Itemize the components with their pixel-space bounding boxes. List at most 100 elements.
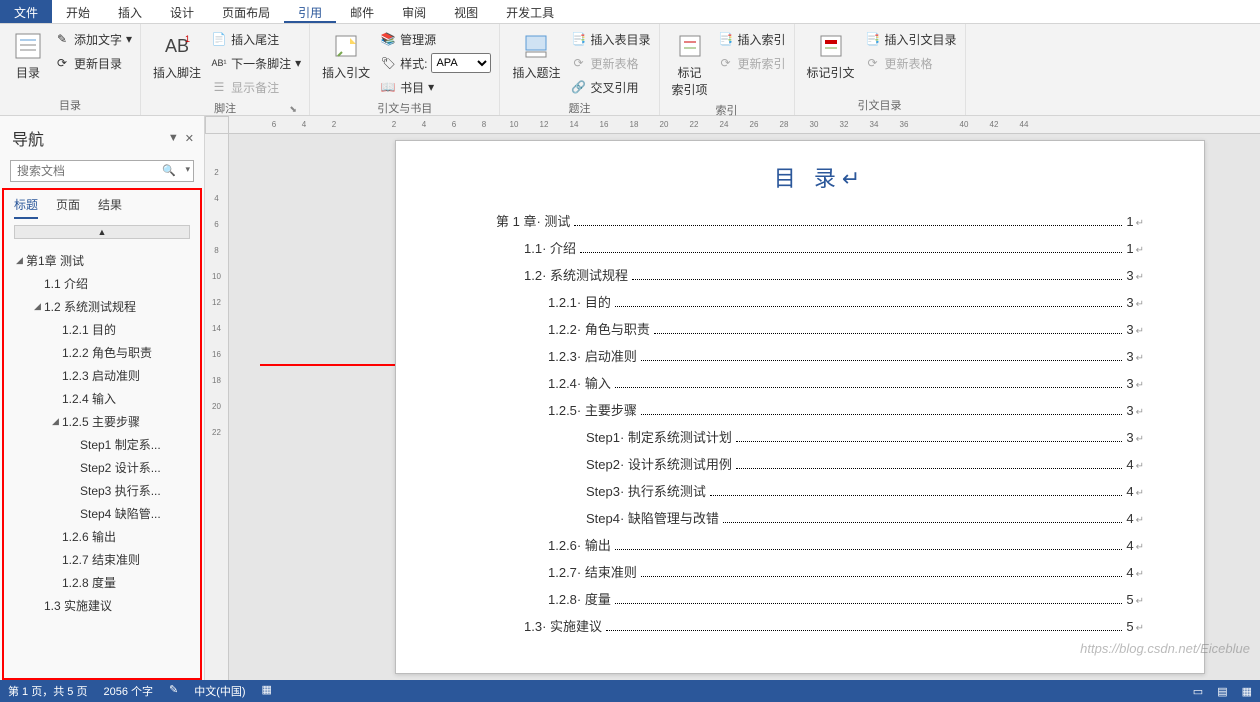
horizontal-ruler[interactable]: 6422468101214161820222426283032343640424… bbox=[229, 116, 1260, 134]
nav-tab-results[interactable]: 结果 bbox=[98, 196, 122, 219]
toc-entry[interactable]: 1.2.5· 主要步骤3↵ bbox=[496, 400, 1144, 419]
update-toa-button[interactable]: ⟳更新表格 bbox=[865, 52, 957, 74]
toc-entry[interactable]: 第 1 章· 测试1↵ bbox=[496, 211, 1144, 230]
view-web-icon[interactable]: ▦ bbox=[1242, 685, 1252, 698]
nav-heading-item[interactable]: Step3 执行系... bbox=[6, 479, 198, 502]
citation-style-select[interactable]: APA bbox=[431, 53, 491, 73]
toc-entry-page: 5 bbox=[1126, 619, 1133, 634]
insert-toa-button[interactable]: 📑插入引文目录 bbox=[865, 28, 957, 50]
toc-entry[interactable]: 1.2.3· 启动准则3↵ bbox=[496, 346, 1144, 365]
toc-entry-label: 1.2.8· 度量 bbox=[548, 589, 611, 608]
nav-heading-item[interactable]: 1.3 实施建议 bbox=[6, 594, 198, 617]
toc-entry[interactable]: Step3· 执行系统测试4↵ bbox=[496, 481, 1144, 500]
status-macro-icon[interactable]: ▦ bbox=[262, 683, 272, 699]
next-footnote-button[interactable]: AB¹下一条脚注 ▾ bbox=[211, 52, 301, 74]
toc-button[interactable]: 目录 bbox=[8, 28, 48, 95]
tab-design[interactable]: 设计 bbox=[156, 0, 208, 23]
view-read-icon[interactable]: ▭ bbox=[1193, 685, 1203, 698]
toc-entry[interactable]: Step2· 设计系统测试用例4↵ bbox=[496, 454, 1144, 473]
tab-mailings[interactable]: 邮件 bbox=[336, 0, 388, 23]
update-index-button[interactable]: ⟳更新索引 bbox=[718, 52, 786, 74]
toc-entry-label: 1.1· 介绍 bbox=[524, 238, 576, 257]
group-captions: 插入题注 📑插入表目录 ⟳更新表格 🔗交叉引用 题注 bbox=[500, 24, 659, 115]
status-page[interactable]: 第 1 页，共 5 页 bbox=[8, 683, 87, 699]
nav-heading-item[interactable]: 1.2.7 结束准则 bbox=[6, 548, 198, 571]
toc-leader-dots bbox=[641, 360, 1123, 361]
nav-collapse-bar[interactable]: ▲ bbox=[14, 225, 190, 239]
mark-citation-icon bbox=[815, 30, 847, 62]
toc-entry-label: 1.2.5· 主要步骤 bbox=[548, 400, 637, 419]
toc-entry[interactable]: 1.2· 系统测试规程3↵ bbox=[496, 265, 1144, 284]
nav-heading-item[interactable]: 1.2.2 角色与职责 bbox=[6, 341, 198, 364]
status-lang[interactable]: 中文(中国) bbox=[194, 683, 245, 699]
menu-bar: 文件 开始 插入 设计 页面布局 引用 邮件 审阅 视图 开发工具 bbox=[0, 0, 1260, 24]
tab-view[interactable]: 视图 bbox=[440, 0, 492, 23]
insert-index-button[interactable]: 📑插入索引 bbox=[718, 28, 786, 50]
mark-entry-button[interactable]: 标记 索引项 bbox=[668, 28, 712, 100]
toc-entry[interactable]: 1.2.6· 输出4↵ bbox=[496, 535, 1144, 554]
toc-entry[interactable]: 1.2.8· 度量5↵ bbox=[496, 589, 1144, 608]
tab-insert[interactable]: 插入 bbox=[104, 0, 156, 23]
toc-entry[interactable]: 1.2.2· 角色与职责3↵ bbox=[496, 319, 1144, 338]
manage-sources-icon: 📚 bbox=[380, 31, 396, 47]
document-page[interactable]: 目 录↵ 第 1 章· 测试1↵1.1· 介绍1↵1.2· 系统测试规程3↵1.… bbox=[395, 140, 1205, 674]
nav-tab-headings[interactable]: 标题 bbox=[14, 196, 38, 219]
toc-entry[interactable]: Step4· 缺陷管理与改错4↵ bbox=[496, 508, 1144, 527]
toc-entry[interactable]: Step1· 制定系统测试计划3↵ bbox=[496, 427, 1144, 446]
nav-heading-item[interactable]: ◢第1章 测试 bbox=[6, 249, 198, 272]
toc-entry[interactable]: 1.2.4· 输入3↵ bbox=[496, 373, 1144, 392]
show-notes-button[interactable]: ☰显示备注 bbox=[211, 76, 301, 98]
nav-heading-item[interactable]: Step2 设计系... bbox=[6, 456, 198, 479]
nav-heading-item[interactable]: Step1 制定系... bbox=[6, 433, 198, 456]
nav-heading-item[interactable]: 1.2.3 启动准则 bbox=[6, 364, 198, 387]
nav-heading-item[interactable]: 1.2.8 度量 bbox=[6, 571, 198, 594]
bibliography-button[interactable]: 📖书目 ▾ bbox=[380, 76, 491, 98]
nav-heading-item[interactable]: ◢1.2 系统测试规程 bbox=[6, 295, 198, 318]
toc-entry[interactable]: 1.1· 介绍1↵ bbox=[496, 238, 1144, 257]
toc-entry-page: 3 bbox=[1126, 403, 1133, 418]
toc-entry[interactable]: 1.2.7· 结束准则4↵ bbox=[496, 562, 1144, 581]
nav-close-icon[interactable]: ✕ bbox=[185, 132, 194, 145]
search-options-icon[interactable]: ▾ bbox=[185, 164, 190, 175]
tab-layout[interactable]: 页面布局 bbox=[208, 0, 284, 23]
tab-review[interactable]: 审阅 bbox=[388, 0, 440, 23]
mark-citation-button[interactable]: 标记引文 bbox=[803, 28, 859, 95]
expand-icon[interactable]: ◢ bbox=[34, 301, 44, 312]
tab-home[interactable]: 开始 bbox=[52, 0, 104, 23]
toc-leader-dots bbox=[580, 252, 1122, 253]
manage-sources-button[interactable]: 📚管理源 bbox=[380, 28, 491, 50]
status-words[interactable]: 2056 个字 bbox=[103, 683, 153, 699]
insert-caption-button[interactable]: 插入题注 bbox=[508, 28, 564, 98]
nav-heading-item[interactable]: 1.2.6 输出 bbox=[6, 525, 198, 548]
footnotes-dialog-launcher[interactable]: ⬊ bbox=[287, 104, 299, 116]
nav-search: 🔍 ▾ bbox=[10, 160, 194, 182]
update-table-button[interactable]: ⟳更新表格 bbox=[570, 52, 650, 74]
nav-dropdown-icon[interactable]: ▼ bbox=[168, 132, 179, 145]
update-toc-button[interactable]: ⟳更新目录 bbox=[54, 52, 132, 74]
nav-heading-item[interactable]: Step4 缺陷管... bbox=[6, 502, 198, 525]
nav-tab-pages[interactable]: 页面 bbox=[56, 196, 80, 219]
expand-icon[interactable]: ◢ bbox=[16, 255, 26, 266]
view-print-icon[interactable]: ▤ bbox=[1217, 685, 1227, 698]
expand-icon[interactable]: ◢ bbox=[52, 416, 62, 427]
add-text-button[interactable]: ✎添加文字 ▾ bbox=[54, 28, 132, 50]
nav-heading-item[interactable]: ◢1.2.5 主要步骤 bbox=[6, 410, 198, 433]
tab-developer[interactable]: 开发工具 bbox=[492, 0, 568, 23]
insert-table-of-figures-button[interactable]: 📑插入表目录 bbox=[570, 28, 650, 50]
nav-heading-item[interactable]: 1.1 介绍 bbox=[6, 272, 198, 295]
toc-entry[interactable]: 1.2.1· 目的3↵ bbox=[496, 292, 1144, 311]
nav-heading-item[interactable]: 1.2.4 输入 bbox=[6, 387, 198, 410]
search-icon[interactable]: 🔍 bbox=[162, 164, 176, 177]
vertical-ruler[interactable]: 246810121416182022 bbox=[205, 134, 229, 680]
toc-entry[interactable]: 1.3· 实施建议5↵ bbox=[496, 616, 1144, 635]
nav-item-label: 1.2.4 输入 bbox=[62, 390, 116, 407]
insert-citation-button[interactable]: 插入引文 bbox=[318, 28, 374, 98]
insert-footnote-button[interactable]: AB1 插入脚注 bbox=[149, 28, 205, 98]
tab-references[interactable]: 引用 bbox=[284, 0, 336, 23]
status-proof-icon[interactable]: ✎ bbox=[169, 683, 178, 699]
cross-reference-button[interactable]: 🔗交叉引用 bbox=[570, 76, 650, 98]
tab-file[interactable]: 文件 bbox=[0, 0, 52, 23]
toc-leader-dots bbox=[615, 387, 1123, 388]
insert-endnote-button[interactable]: 📄插入尾注 bbox=[211, 28, 301, 50]
nav-heading-item[interactable]: 1.2.1 目的 bbox=[6, 318, 198, 341]
